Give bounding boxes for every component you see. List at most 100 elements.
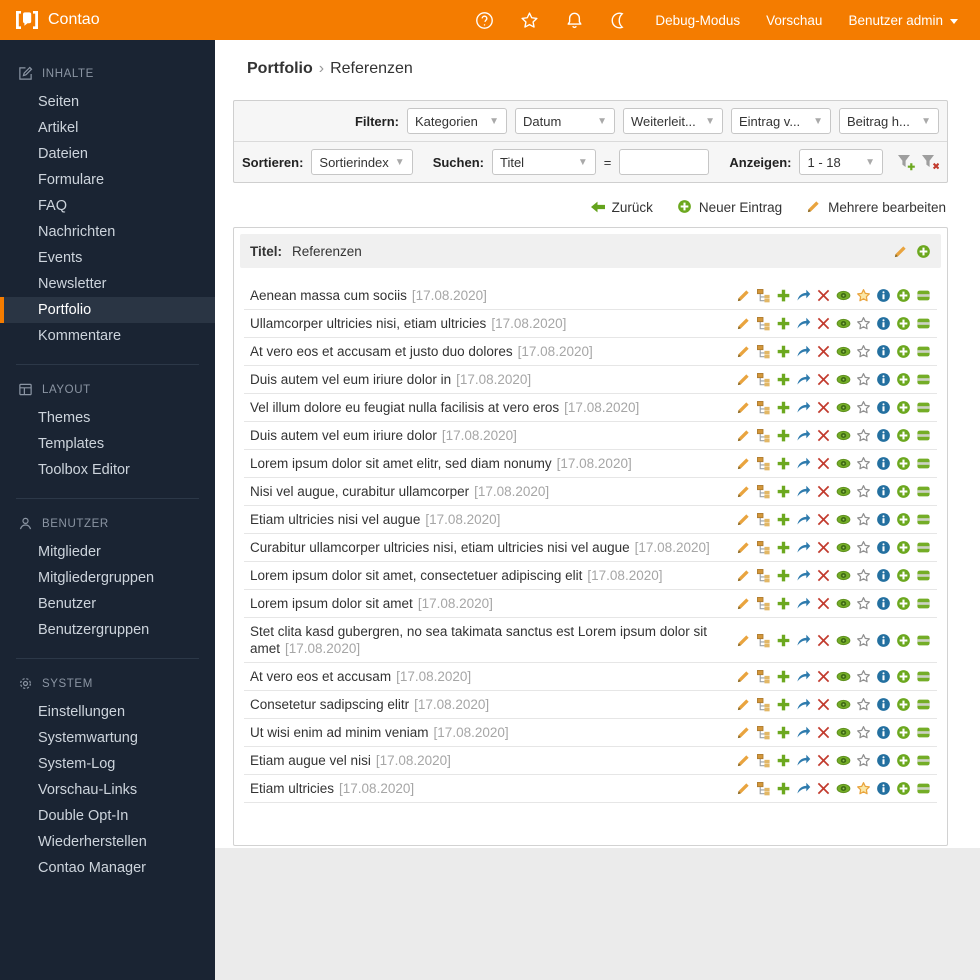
new-after-icon[interactable] — [896, 669, 911, 684]
copy-icon[interactable] — [776, 781, 791, 796]
feature-star-icon[interactable] — [856, 540, 871, 555]
sidebar-item-kommentare[interactable]: Kommentare — [0, 323, 215, 349]
sidebar-item-toolbox-editor[interactable]: Toolbox Editor — [0, 457, 215, 483]
edit-children-icon[interactable] — [756, 697, 771, 712]
feature-star-icon[interactable] — [856, 344, 871, 359]
new-after-icon[interactable] — [896, 372, 911, 387]
toggle-visibility-icon[interactable] — [836, 372, 851, 387]
edit-pencil-icon[interactable] — [736, 484, 751, 499]
notifications-bell-icon[interactable] — [565, 11, 584, 30]
copy-icon[interactable] — [776, 372, 791, 387]
new-after-icon[interactable] — [896, 456, 911, 471]
sidebar-item-nachrichten[interactable]: Nachrichten — [0, 219, 215, 245]
copy-icon[interactable] — [776, 400, 791, 415]
paste-after-icon[interactable] — [916, 725, 931, 740]
mehrere-bearbeiten-button[interactable]: Mehrere bearbeiten — [806, 199, 946, 215]
feature-star-icon[interactable] — [856, 781, 871, 796]
info-icon[interactable] — [876, 316, 891, 331]
edit-pencil-icon[interactable] — [893, 244, 908, 259]
delete-icon[interactable] — [816, 540, 831, 555]
cut-move-icon[interactable] — [796, 781, 811, 796]
delete-icon[interactable] — [816, 781, 831, 796]
delete-icon[interactable] — [816, 372, 831, 387]
feature-star-icon[interactable] — [856, 428, 871, 443]
edit-pencil-icon[interactable] — [736, 428, 751, 443]
paste-after-icon[interactable] — [916, 568, 931, 583]
info-icon[interactable] — [876, 540, 891, 555]
sidebar-item-portfolio[interactable]: Portfolio — [0, 297, 215, 323]
cut-move-icon[interactable] — [796, 753, 811, 768]
cut-move-icon[interactable] — [796, 344, 811, 359]
edit-children-icon[interactable] — [756, 316, 771, 331]
edit-pencil-icon[interactable] — [736, 512, 751, 527]
new-after-icon[interactable] — [896, 288, 911, 303]
delete-icon[interactable] — [816, 633, 831, 648]
copy-icon[interactable] — [776, 428, 791, 443]
feature-star-icon[interactable] — [856, 753, 871, 768]
copy-icon[interactable] — [776, 669, 791, 684]
search-input[interactable] — [619, 149, 710, 175]
feature-star-icon[interactable] — [856, 400, 871, 415]
sort-select[interactable]: Sortierindex ▼ — [311, 149, 413, 175]
edit-children-icon[interactable] — [756, 428, 771, 443]
edit-children-icon[interactable] — [756, 484, 771, 499]
sidebar-item-themes[interactable]: Themes — [0, 405, 215, 431]
paste-after-icon[interactable] — [916, 400, 931, 415]
toggle-visibility-icon[interactable] — [836, 400, 851, 415]
feature-star-icon[interactable] — [856, 288, 871, 303]
copy-icon[interactable] — [776, 725, 791, 740]
copy-icon[interactable] — [776, 596, 791, 611]
paste-after-icon[interactable] — [916, 372, 931, 387]
paste-after-icon[interactable] — [916, 456, 931, 471]
edit-children-icon[interactable] — [756, 725, 771, 740]
toggle-visibility-icon[interactable] — [836, 669, 851, 684]
edit-children-icon[interactable] — [756, 372, 771, 387]
sidebar-item-events[interactable]: Events — [0, 245, 215, 271]
new-after-icon[interactable] — [896, 568, 911, 583]
edit-pencil-icon[interactable] — [736, 372, 751, 387]
toggle-visibility-icon[interactable] — [836, 288, 851, 303]
filter-select-beitrag-h[interactable]: Beitrag h... ▼ — [839, 108, 939, 134]
edit-children-icon[interactable] — [756, 344, 771, 359]
new-after-icon[interactable] — [896, 697, 911, 712]
zur-ck-button[interactable]: Zurück — [590, 199, 653, 215]
edit-pencil-icon[interactable] — [736, 753, 751, 768]
sidebar-item-faq[interactable]: FAQ — [0, 193, 215, 219]
toggle-visibility-icon[interactable] — [836, 697, 851, 712]
preview-link[interactable]: Vorschau — [766, 13, 822, 28]
feature-star-icon[interactable] — [856, 697, 871, 712]
sidebar-item-benutzergruppen[interactable]: Benutzergruppen — [0, 617, 215, 643]
paste-after-icon[interactable] — [916, 288, 931, 303]
copy-icon[interactable] — [776, 316, 791, 331]
edit-children-icon[interactable] — [756, 781, 771, 796]
cut-move-icon[interactable] — [796, 697, 811, 712]
neuer-eintrag-button[interactable]: Neuer Eintrag — [677, 199, 782, 215]
delete-icon[interactable] — [816, 596, 831, 611]
cut-move-icon[interactable] — [796, 512, 811, 527]
delete-icon[interactable] — [816, 344, 831, 359]
feature-star-icon[interactable] — [856, 456, 871, 471]
edit-children-icon[interactable] — [756, 456, 771, 471]
filter-select-kategorien[interactable]: Kategorien ▼ — [407, 108, 507, 134]
copy-icon[interactable] — [776, 512, 791, 527]
info-icon[interactable] — [876, 633, 891, 648]
delete-icon[interactable] — [816, 456, 831, 471]
edit-children-icon[interactable] — [756, 669, 771, 684]
info-icon[interactable] — [876, 697, 891, 712]
edit-pencil-icon[interactable] — [736, 725, 751, 740]
info-icon[interactable] — [876, 428, 891, 443]
cut-move-icon[interactable] — [796, 633, 811, 648]
paste-after-icon[interactable] — [916, 596, 931, 611]
toggle-visibility-icon[interactable] — [836, 633, 851, 648]
delete-icon[interactable] — [816, 753, 831, 768]
cut-move-icon[interactable] — [796, 596, 811, 611]
feature-star-icon[interactable] — [856, 725, 871, 740]
toggle-visibility-icon[interactable] — [836, 568, 851, 583]
feature-star-icon[interactable] — [856, 568, 871, 583]
cut-move-icon[interactable] — [796, 316, 811, 331]
delete-icon[interactable] — [816, 400, 831, 415]
cut-move-icon[interactable] — [796, 725, 811, 740]
edit-pencil-icon[interactable] — [736, 316, 751, 331]
new-after-icon[interactable] — [896, 633, 911, 648]
edit-pencil-icon[interactable] — [736, 456, 751, 471]
